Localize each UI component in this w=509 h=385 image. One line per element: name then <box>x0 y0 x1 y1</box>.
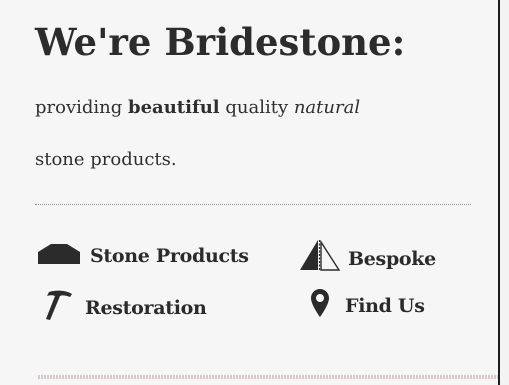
hammer-icon <box>41 289 75 326</box>
page-title: We're Bridestone: <box>35 20 406 64</box>
stone-slab-icon <box>38 242 80 269</box>
tagline-mid: quality <box>219 97 294 118</box>
mast-sail-icon <box>298 239 342 277</box>
nav-label-stone-products: Stone Products <box>90 244 249 267</box>
panel-border <box>498 0 500 385</box>
tagline-prefix: providing <box>35 97 129 118</box>
tagline-line-2: stone products. <box>35 149 177 170</box>
tagline-bold-word: beautiful <box>128 97 220 118</box>
tagline-italic-word: natural <box>293 97 361 118</box>
nav-link-restoration[interactable]: Restoration <box>41 289 207 326</box>
section-divider <box>35 204 471 205</box>
map-pin-icon <box>311 289 329 322</box>
nav-label-bespoke: Bespoke <box>348 247 436 270</box>
nav-label-find-us: Find Us <box>345 294 425 317</box>
nav-link-bespoke[interactable]: Bespoke <box>298 239 436 277</box>
nav-link-find-us[interactable]: Find Us <box>311 289 425 322</box>
intro-panel: We're Bridestone: providing beautiful qu… <box>0 0 498 385</box>
nav-link-stone-products[interactable]: Stone Products <box>38 242 249 269</box>
nav-label-restoration: Restoration <box>85 296 207 319</box>
footer-divider <box>38 375 498 379</box>
